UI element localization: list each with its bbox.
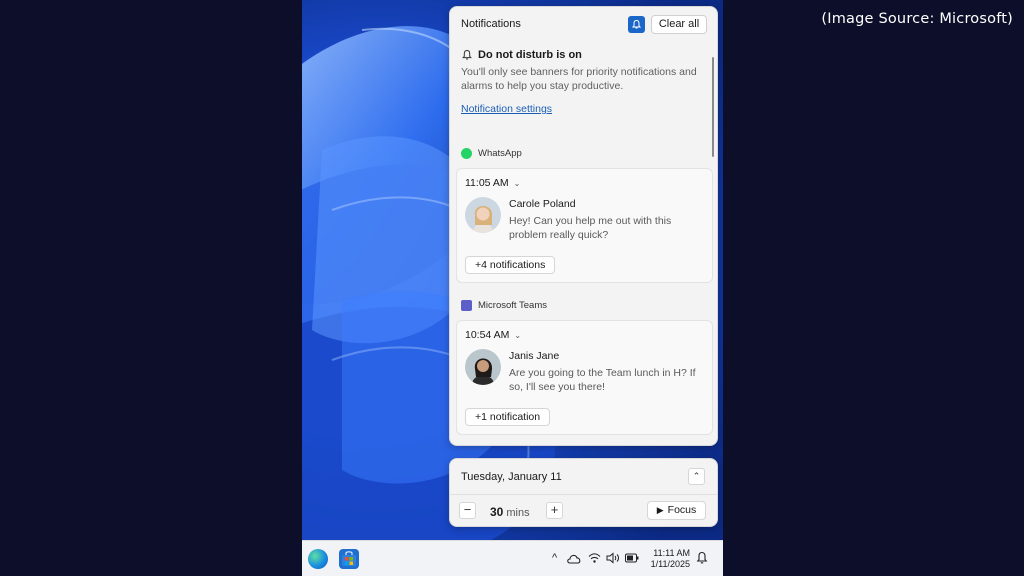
focus-unit: mins (506, 507, 530, 519)
dnd-banner: Do not disturb is on You'll only see ban… (461, 49, 706, 93)
dnd-title: Do not disturb is on (478, 49, 582, 61)
app-name: Microsoft Teams (478, 300, 547, 311)
do-not-disturb-toggle[interactable] (628, 16, 645, 33)
clock-time: 11:11 AM (653, 548, 690, 558)
image-credit: (Image Source: Microsoft) (821, 11, 1013, 27)
snooze-bell-icon (631, 19, 642, 29)
focus-duration: 30 mins (490, 505, 530, 519)
message-preview: Are you going to the Team lunch in H? If… (509, 367, 696, 393)
teams-icon (461, 300, 472, 311)
decrease-focus-button[interactable]: − (459, 502, 476, 519)
edge-icon[interactable] (308, 549, 328, 569)
dnd-description: You'll only see banners for priority not… (461, 66, 697, 92)
app-header-whatsapp: WhatsApp (461, 148, 522, 159)
calendar-date: Tuesday, January 11 (461, 471, 562, 483)
battery-icon[interactable] (625, 553, 639, 563)
play-icon: ▶ (656, 505, 664, 515)
more-notifications-button[interactable]: +4 notifications (465, 256, 556, 274)
notification-settings-link[interactable]: Notification settings (461, 103, 552, 115)
focus-value: 30 (490, 505, 504, 519)
clear-all-button[interactable]: Clear all (651, 15, 707, 34)
sender-name: Janis Jane (509, 350, 560, 362)
chevron-up-icon: ⌃ (692, 471, 701, 481)
focus-label: Focus (667, 504, 697, 516)
time-label: 11:05 AM (465, 177, 509, 189)
notification-time[interactable]: 10:54 AM ⌄ (465, 329, 521, 341)
increase-focus-button[interactable]: + (546, 502, 563, 519)
onedrive-cloud-icon[interactable] (566, 553, 582, 564)
whatsapp-icon (461, 148, 472, 159)
sender-name: Carole Poland (509, 198, 576, 210)
notification-bell-icon[interactable] (696, 551, 708, 565)
chevron-down-icon: ⌄ (513, 178, 521, 188)
notification-card[interactable]: 10:54 AM ⌄ Janis Jane Are you going to t… (456, 320, 713, 435)
app-name: WhatsApp (478, 148, 522, 159)
show-hidden-icons-button[interactable]: ^ (552, 552, 557, 564)
notification-card[interactable]: 11:05 AM ⌄ Carole Poland Hey! Can you he… (456, 168, 713, 283)
collapse-calendar-button[interactable]: ⌃ (688, 468, 705, 485)
scrollbar[interactable] (712, 57, 714, 157)
store-icon[interactable] (339, 549, 359, 569)
time-label: 10:54 AM (465, 329, 510, 341)
message-preview: Hey! Can you help me out with this probl… (509, 215, 672, 241)
app-header-teams: Microsoft Teams (461, 300, 547, 311)
taskbar-clock[interactable]: 11:11 AM 1/11/2025 (646, 548, 690, 570)
clock-date: 1/11/2025 (650, 559, 690, 569)
volume-icon[interactable] (606, 552, 620, 564)
taskbar: ^ 11:11 AM 1/11/2025 (302, 540, 723, 576)
dnd-bell-icon (462, 49, 472, 60)
avatar (465, 349, 501, 385)
notification-header: Notifications Clear all (450, 7, 717, 43)
wifi-icon[interactable] (588, 552, 601, 564)
more-notifications-button[interactable]: +1 notification (465, 408, 551, 426)
avatar (465, 197, 501, 233)
notification-center: Notifications Clear all Do not disturb i… (449, 6, 718, 446)
notifications-title: Notifications (461, 18, 521, 30)
focus-button[interactable]: ▶ Focus (647, 501, 706, 520)
chevron-down-icon: ⌄ (514, 330, 522, 340)
notification-time[interactable]: 11:05 AM ⌄ (465, 177, 520, 189)
focus-controls: − 30 mins + ▶ Focus (450, 495, 717, 528)
calendar-focus-panel: Tuesday, January 11 ⌃ − 30 mins + ▶ Focus (449, 458, 718, 527)
desktop-screen: Notifications Clear all Do not disturb i… (302, 0, 723, 576)
